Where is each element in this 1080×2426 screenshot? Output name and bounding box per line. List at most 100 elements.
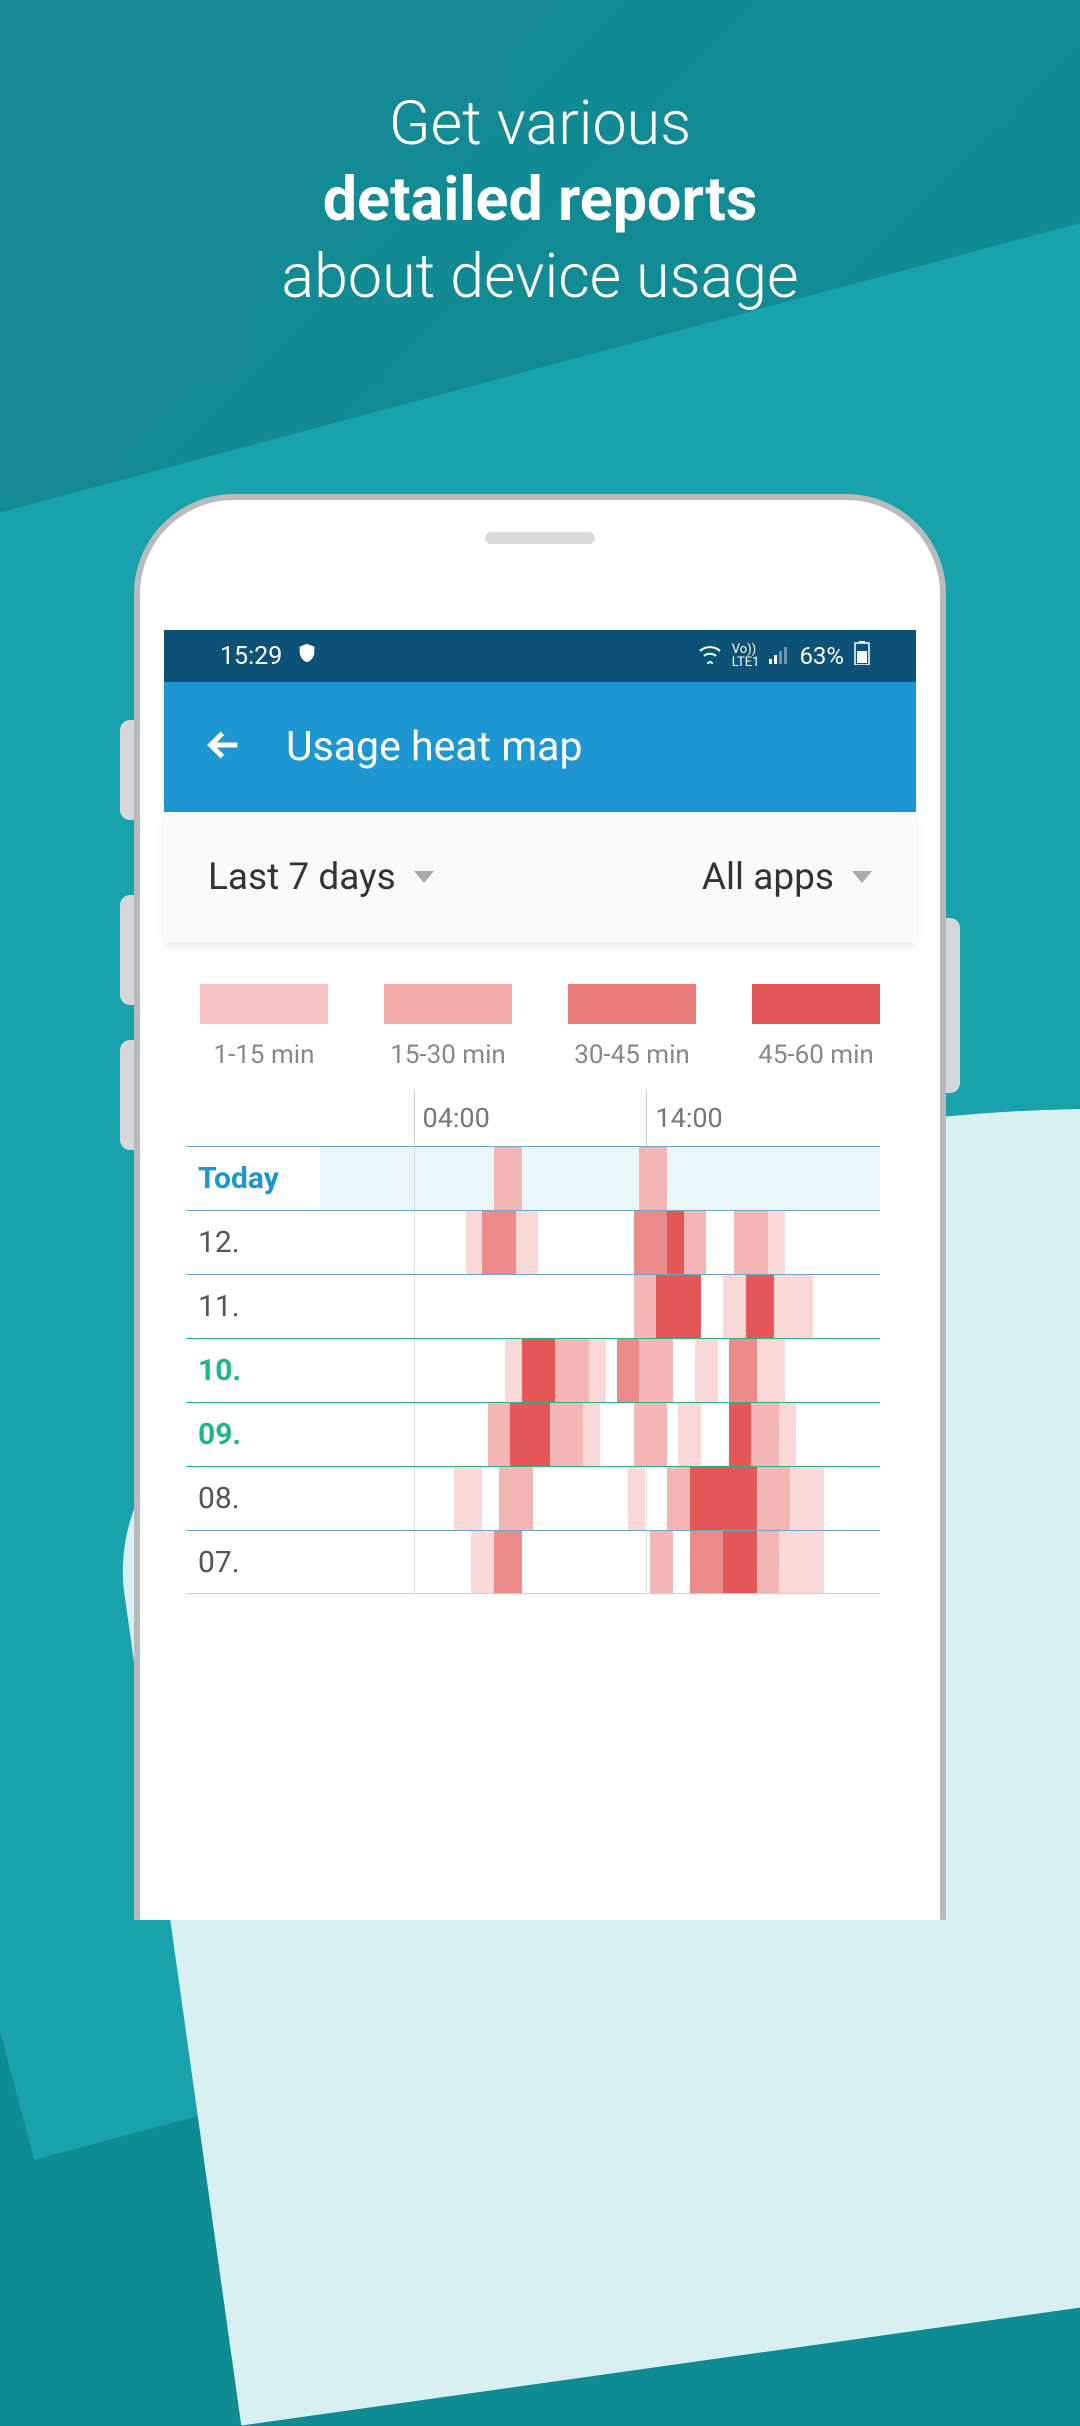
- legend-item: 15-30 min: [384, 984, 512, 1070]
- heatmap-row: 07.: [186, 1530, 880, 1594]
- heatmap-cell: [516, 1211, 538, 1274]
- status-time: 15:29: [220, 642, 282, 671]
- heatmap-row-label: 11.: [186, 1275, 320, 1338]
- heatmap-cell: [790, 1467, 824, 1530]
- legend-label: 15-30 min: [390, 1040, 506, 1070]
- date-range-dropdown[interactable]: Last 7 days: [208, 856, 434, 899]
- heatmap-cell: [466, 1211, 483, 1274]
- heatmap-row-label: Today: [186, 1147, 320, 1210]
- promo-line1: Get various: [389, 87, 691, 159]
- heatmap-cell: [634, 1211, 668, 1274]
- heatmap-cell: [695, 1339, 717, 1402]
- heatmap-cell: [639, 1339, 673, 1402]
- phone-screen: 15:29 Vo))LTE1 63%: [164, 630, 916, 1920]
- legend-label: 1-15 min: [214, 1040, 315, 1070]
- promo-heading: Get various detailed reports about devic…: [0, 0, 1080, 314]
- heatmap-cell: [729, 1403, 751, 1466]
- heatmap-row-label: 12.: [186, 1211, 320, 1274]
- app-bar: Usage heat map: [164, 682, 916, 812]
- legend-item: 1-15 min: [200, 984, 328, 1070]
- heatmap-cell: [628, 1467, 645, 1530]
- heatmap-cell: [779, 1403, 796, 1466]
- heatmap-cell: [746, 1275, 774, 1338]
- app-filter-dropdown[interactable]: All apps: [702, 856, 872, 899]
- heatmap-cell: [774, 1275, 813, 1338]
- heatmap-legend: 1-15 min 15-30 min 30-45 min 45-60 min: [164, 942, 916, 1090]
- heatmap-cell: [779, 1531, 824, 1593]
- heatmap-cell: [583, 1403, 600, 1466]
- time-tick: 04:00: [414, 1090, 490, 1146]
- heatmap-row: 10.: [186, 1338, 880, 1402]
- network-label: Vo))LTE1: [732, 643, 760, 669]
- heatmap-cell: [510, 1403, 549, 1466]
- heatmap-cell: [768, 1211, 785, 1274]
- heatmap-row-cells: [320, 1211, 880, 1274]
- heatmap-row-label: 10.: [186, 1339, 320, 1402]
- heatmap-cell: [639, 1147, 667, 1210]
- heatmap-cell: [757, 1339, 785, 1402]
- heatmap-row-label: 08.: [186, 1467, 320, 1530]
- heatmap-cell: [757, 1467, 791, 1530]
- heatmap-row: 09.: [186, 1402, 880, 1466]
- heatmap-cell: [634, 1275, 656, 1338]
- legend-label: 45-60 min: [758, 1040, 874, 1070]
- chevron-down-icon: [852, 871, 872, 883]
- heatmap-row: 11.: [186, 1274, 880, 1338]
- heatmap-cell: [494, 1147, 522, 1210]
- legend-swatch: [200, 984, 328, 1024]
- heatmap-row-label: 07.: [186, 1531, 320, 1593]
- status-bar: 15:29 Vo))LTE1 63%: [164, 630, 916, 682]
- heatmap-cell: [522, 1339, 556, 1402]
- legend-swatch: [752, 984, 880, 1024]
- heatmap-cell: [690, 1531, 724, 1593]
- heatmap-row: Today: [186, 1146, 880, 1210]
- app-filter-value: All apps: [702, 856, 834, 899]
- heatmap-cell: [734, 1211, 768, 1274]
- page-title: Usage heat map: [286, 723, 582, 771]
- heatmap-cell: [729, 1339, 757, 1402]
- heatmap-row: 12.: [186, 1210, 880, 1274]
- heatmap-cell: [555, 1339, 589, 1402]
- back-button[interactable]: [204, 725, 244, 769]
- phone-speaker: [485, 532, 595, 544]
- chevron-down-icon: [414, 871, 434, 883]
- heatmap-cell: [488, 1403, 510, 1466]
- heatmap-time-header: 04:00 14:00: [320, 1090, 880, 1146]
- heatmap: 04:00 14:00 Today12.11.10.09.08.07.: [164, 1090, 916, 1594]
- heatmap-row-cells: [320, 1275, 880, 1338]
- heatmap-cell: [617, 1339, 639, 1402]
- heatmap-row-cells: [320, 1531, 880, 1593]
- heatmap-cell: [723, 1275, 745, 1338]
- heatmap-cell: [656, 1275, 701, 1338]
- promo-line2: detailed reports: [323, 163, 758, 235]
- heatmap-row-cells: [320, 1467, 880, 1530]
- legend-item: 45-60 min: [752, 984, 880, 1070]
- heatmap-cell: [723, 1531, 757, 1593]
- heatmap-cell: [589, 1339, 606, 1402]
- wifi-icon: [698, 642, 722, 670]
- heatmap-cell: [684, 1211, 706, 1274]
- date-range-value: Last 7 days: [208, 856, 396, 899]
- phone-frame: 15:29 Vo))LTE1 63%: [134, 494, 946, 1920]
- heatmap-cell: [550, 1403, 584, 1466]
- heatmap-cell: [634, 1403, 668, 1466]
- heatmap-row-cells: [320, 1403, 880, 1466]
- signal-icon: [769, 642, 789, 670]
- legend-swatch: [384, 984, 512, 1024]
- heatmap-cell: [678, 1403, 700, 1466]
- heatmap-cell: [494, 1531, 522, 1593]
- heatmap-row-cells: [320, 1147, 880, 1210]
- heatmap-row-cells: [320, 1339, 880, 1402]
- heatmap-cell: [499, 1467, 533, 1530]
- heatmap-cell: [751, 1403, 779, 1466]
- heatmap-cell: [690, 1467, 757, 1530]
- legend-label: 30-45 min: [574, 1040, 690, 1070]
- battery-icon: [854, 641, 870, 671]
- heatmap-cell: [667, 1211, 684, 1274]
- heatmap-cell: [454, 1467, 482, 1530]
- heatmap-cell: [650, 1531, 672, 1593]
- heatmap-cell: [757, 1531, 779, 1593]
- time-tick: 14:00: [646, 1090, 722, 1146]
- heatmap-row: 08.: [186, 1466, 880, 1530]
- heatmap-cell: [471, 1531, 493, 1593]
